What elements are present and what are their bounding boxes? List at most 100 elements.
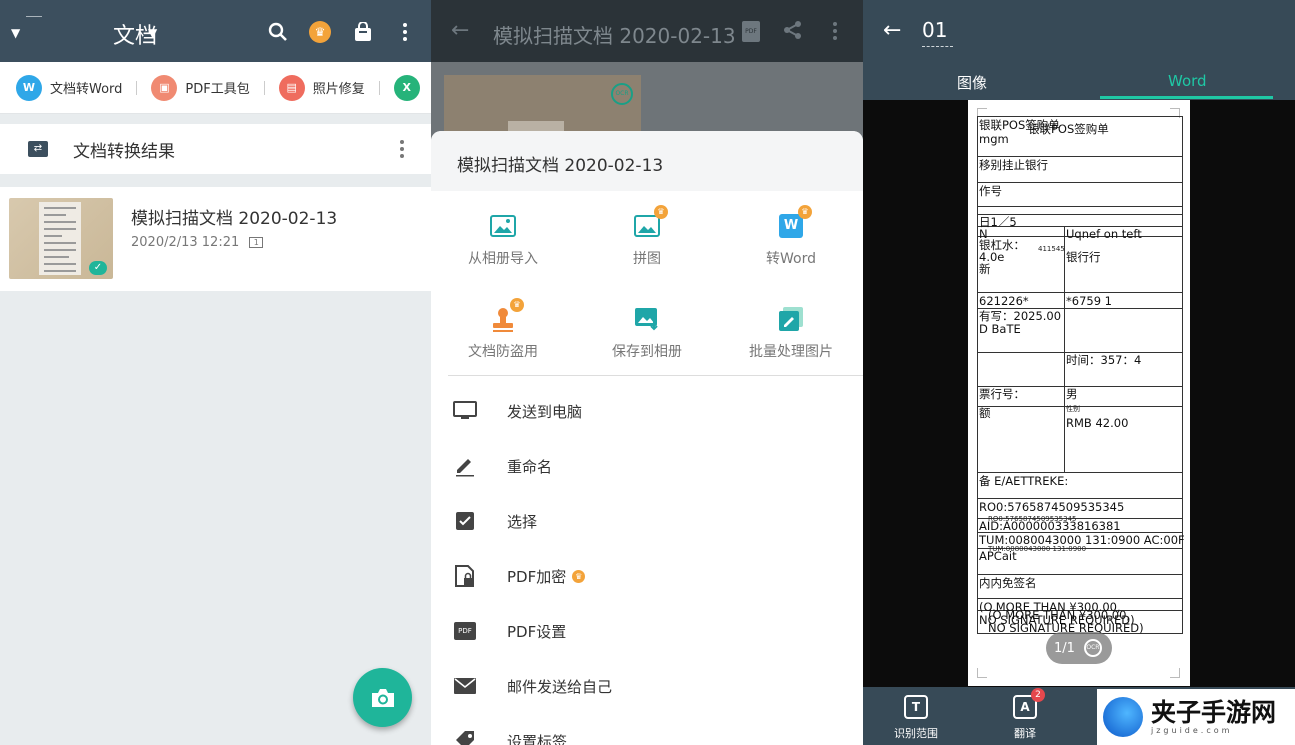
menu-label: 邮件发送给自己 [507, 677, 613, 696]
tool-excel[interactable]: X [393, 74, 428, 101]
page-preview-dimmed: OCR [444, 75, 641, 135]
tag-icon [453, 729, 477, 745]
menu-pdf-encrypt[interactable]: PDF加密 ♛ [431, 549, 863, 603]
word-preview-screen: ← 01 图像 Word 银联POS签购单 银联POS签购单 mgm 移别挂止银… [863, 0, 1295, 745]
menu-email-self[interactable]: 邮件发送给自己 [431, 659, 863, 713]
vip-crown-icon[interactable]: ♛ [308, 20, 332, 44]
grid-divider [448, 375, 863, 376]
document-title: 模拟扫描文档 2020-02-13 [131, 209, 338, 229]
receipt-overlay: 性别 [1066, 405, 1080, 413]
bottom-label: 翻译 [1014, 727, 1036, 740]
folder-more-icon[interactable] [400, 140, 404, 158]
back-arrow-icon[interactable]: ← [883, 18, 901, 43]
tool-separator [263, 80, 265, 95]
receipt-row: 内内免签名 [979, 576, 1037, 590]
image-import-icon [490, 213, 516, 239]
tool-pdf-toolkit[interactable]: ▣ PDF工具包 [151, 74, 250, 101]
translate-button[interactable]: A2 翻译 [995, 688, 1055, 741]
document-header-title: 模拟扫描文档 2020-02-13 [493, 24, 736, 48]
title-edit-underline [922, 46, 953, 47]
receipt-row: *6759 1 [1066, 294, 1112, 308]
menu-select[interactable]: 选择 [431, 494, 863, 548]
grid-batch-process[interactable]: 批量处理图片 [719, 306, 863, 361]
menu-send-to-computer[interactable]: 发送到电脑 [431, 384, 863, 438]
menu-pdf-settings[interactable]: PDF PDF设置 [431, 604, 863, 658]
recognize-area-icon: T [904, 695, 928, 719]
menu-set-tags[interactable]: 设置标签 [431, 714, 863, 745]
page-title[interactable]: 01 [922, 18, 947, 42]
receipt-row: 621226* [979, 294, 1029, 308]
tool-photo-repair[interactable]: ▤ 照片修复 [278, 74, 365, 101]
receipt-row: D BaTE [979, 322, 1021, 336]
ocr-zoom-icon[interactable]: OCR [1083, 639, 1102, 657]
grid-label: 转Word [766, 251, 816, 267]
action-sheet: 模拟扫描文档 2020-02-13 从相册导入 ♛ 拼图 W ♛ 转Word ♛ … [431, 131, 863, 745]
receipt-row: 作号 [979, 184, 1002, 198]
grid-to-word[interactable]: W ♛ 转Word [719, 205, 863, 268]
more-options-icon[interactable] [393, 20, 417, 44]
recognize-area-button[interactable]: T 识别范围 [886, 695, 946, 741]
watermark-subtitle: jzguide.com [1151, 725, 1233, 735]
menu-label: 发送到电脑 [507, 402, 583, 421]
save-to-album-icon [634, 306, 660, 332]
tool-label: 照片修复 [312, 82, 365, 97]
pdf-settings-icon: PDF [453, 619, 477, 643]
grid-import-from-album[interactable]: 从相册导入 [431, 213, 575, 268]
document-list-screen: ▼ 文档 ▼ ♛ W 文档转Word ▣ PDF工具包 ▤ 照片修复 X ⇄ 文… [0, 0, 431, 745]
share-icon[interactable] [783, 20, 803, 44]
watermark-logo-icon [1103, 697, 1143, 737]
tool-shortcuts: W 文档转Word ▣ PDF工具包 ▤ 照片修复 X [0, 62, 431, 114]
top-bar: ← 01 图像 Word [863, 0, 1295, 100]
menu-dropdown-icon[interactable]: ▼ [11, 26, 20, 40]
mail-icon [453, 674, 477, 698]
menu-label: PDF加密 [507, 567, 567, 586]
receipt-row: 411545 [1038, 245, 1065, 253]
pdf-icon[interactable]: PDF [742, 21, 760, 42]
document-actions-screen: ← 模拟扫描文档 2020-02-13 PDF OCR 模拟扫描文档 2020-… [431, 0, 863, 745]
grid-label: 批量处理图片 [749, 344, 833, 360]
camera-button[interactable] [353, 668, 412, 727]
tool-separator [136, 80, 138, 95]
tab-word[interactable]: Word [1168, 72, 1207, 90]
receipt-table: 银联POS签购单 银联POS签购单 mgm 移别挂止银行 作号 日1／5 N U… [977, 116, 1185, 635]
ocr-icon: OCR [611, 83, 633, 105]
translate-badge: 2 [1031, 688, 1045, 702]
search-icon[interactable] [266, 20, 290, 44]
document-item[interactable]: ✓ 模拟扫描文档 2020-02-13 2020/2/13 12:21 1 [0, 187, 431, 291]
menu-label: 设置标签 [507, 732, 568, 745]
top-bar-dimmed: ← 模拟扫描文档 2020-02-13 PDF [431, 0, 863, 62]
receipt-row: APCait [979, 549, 1017, 563]
tool-doc-to-word[interactable]: W 文档转Word [16, 74, 123, 101]
watermark-title: 夹子手游网 [1151, 697, 1277, 727]
receipt-row: 时间：357：4 [1066, 353, 1142, 367]
title-dropdown-icon[interactable]: ▼ [148, 26, 157, 40]
batch-edit-icon [778, 306, 804, 332]
grid-collage[interactable]: ♛ 拼图 [575, 205, 719, 268]
conversion-results-folder[interactable]: ⇄ 文档转换结果 [0, 124, 431, 174]
menu-label: 重命名 [507, 457, 553, 476]
tab-image[interactable]: 图像 [957, 72, 987, 93]
tool-label: 文档转Word [50, 82, 123, 97]
receipt-row: mgm [979, 132, 1009, 146]
translate-icon: A2 [1013, 688, 1045, 719]
grid-doc-antitheft[interactable]: ♛ 文档防盗用 [431, 298, 575, 361]
page-indicator[interactable]: 1/1 OCR [1046, 632, 1112, 664]
back-arrow-icon[interactable]: ← [451, 18, 469, 43]
shopping-bag-icon[interactable] [351, 20, 375, 44]
bottom-label: 识别范围 [894, 727, 938, 740]
receipt-row: 票行号： [979, 387, 1025, 401]
menu-label: PDF设置 [507, 622, 567, 641]
grid-label: 保存到相册 [612, 344, 682, 360]
document-thumbnail: ✓ [9, 198, 113, 279]
receipt-row: AID:A000000333816381 [979, 519, 1121, 533]
page-count-badge: 1 [249, 237, 264, 248]
receipt-row: 新 [979, 262, 991, 276]
receipt-row: Uqnef on teft [1066, 227, 1142, 241]
more-options-icon[interactable] [833, 22, 837, 40]
menu-rename[interactable]: 重命名 [431, 439, 863, 493]
photo-repair-icon: ▤ [278, 74, 305, 101]
word-icon: W [16, 74, 42, 101]
toolbox-icon: ▣ [151, 74, 178, 101]
receipt-row: 额 [979, 406, 991, 420]
grid-save-to-album[interactable]: 保存到相册 [575, 306, 719, 361]
